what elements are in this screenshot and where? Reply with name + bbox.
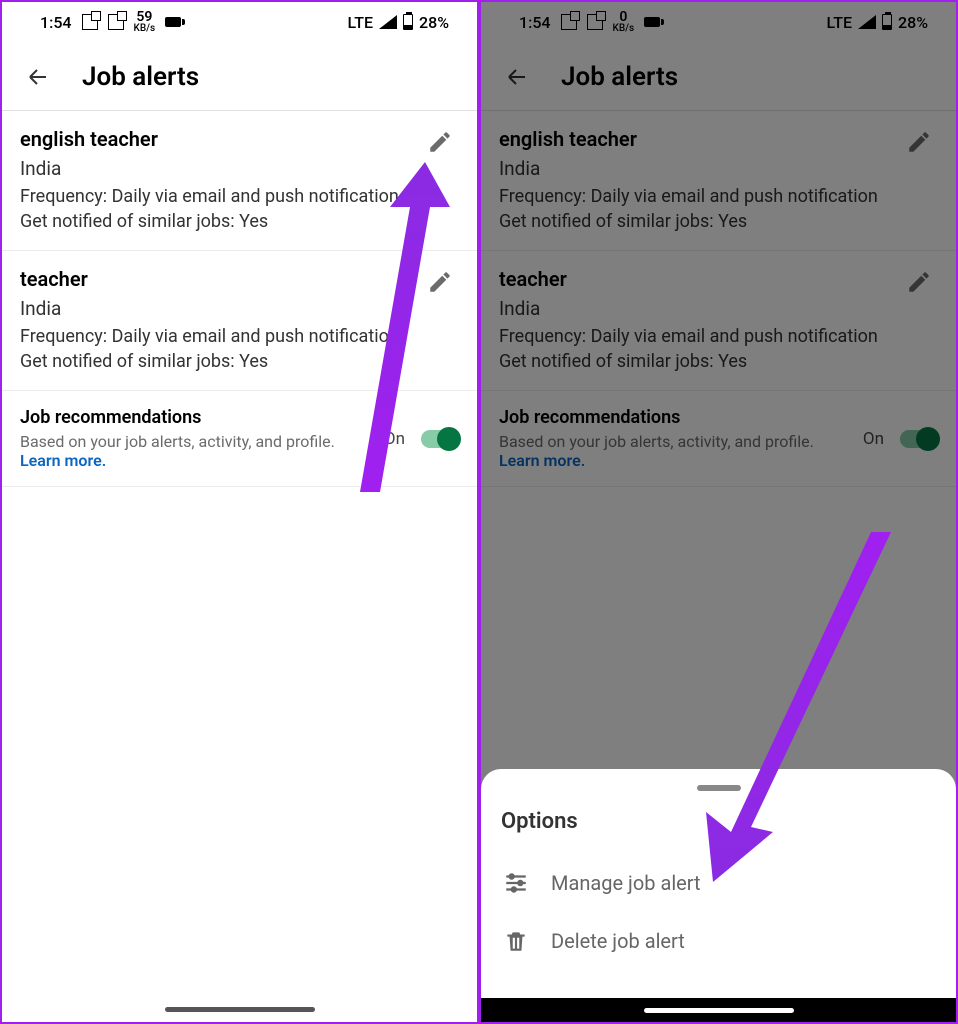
alert-similar: Get notified of similar jobs: Yes xyxy=(499,211,938,232)
alert-location: India xyxy=(20,157,459,180)
page-title: Job alerts xyxy=(561,62,678,92)
recommendations-toggle[interactable] xyxy=(421,430,459,448)
id-icon xyxy=(165,17,181,27)
alert-title: english teacher xyxy=(499,127,938,151)
id-icon xyxy=(644,17,660,27)
learn-more-link[interactable]: Learn more. xyxy=(499,451,585,470)
status-bar: 1:54 59KB/s LTE 28% xyxy=(2,2,477,42)
app-header: Job alerts xyxy=(481,42,956,111)
recommendations-section: Job recommendations Based on your job al… xyxy=(2,391,477,487)
alert-frequency: Frequency: Daily via email and push noti… xyxy=(20,186,459,207)
phone-right: 1:54 0KB/s LTE 28% Job alerts english te… xyxy=(479,0,958,1024)
back-icon[interactable] xyxy=(22,65,54,89)
alert-item-1[interactable]: teacher India Frequency: Daily via email… xyxy=(481,251,956,391)
status-bar: 1:54 0KB/s LTE 28% xyxy=(481,2,956,42)
status-time: 1:54 xyxy=(519,13,551,32)
battery-percent: 28% xyxy=(419,13,449,32)
status-time: 1:54 xyxy=(40,13,72,32)
signal-icon xyxy=(379,15,397,29)
recommendations-subtitle: Based on your job alerts, activity, and … xyxy=(20,432,368,451)
alert-location: India xyxy=(499,297,938,320)
signal-icon xyxy=(858,15,876,29)
edit-icon[interactable] xyxy=(427,129,453,155)
battery-percent: 28% xyxy=(898,13,928,32)
pip-icon-2 xyxy=(108,14,124,30)
alert-similar: Get notified of similar jobs: Yes xyxy=(499,351,938,372)
alert-title: english teacher xyxy=(20,127,459,151)
alert-frequency: Frequency: Daily via email and push noti… xyxy=(499,186,938,207)
alert-similar: Get notified of similar jobs: Yes xyxy=(20,351,459,372)
option-label: Manage job alert xyxy=(551,871,701,895)
sheet-title: Options xyxy=(501,809,936,834)
edit-icon[interactable] xyxy=(906,269,932,295)
recommendations-state: On xyxy=(384,429,405,449)
alert-title: teacher xyxy=(20,267,459,291)
alert-location: India xyxy=(499,157,938,180)
battery-icon xyxy=(403,14,413,30)
trash-icon xyxy=(503,928,529,954)
recommendations-title: Job recommendations xyxy=(499,407,847,428)
options-bottom-sheet: Options Manage job alert Delete job aler… xyxy=(481,769,956,998)
battery-icon xyxy=(882,14,892,30)
alert-item-0[interactable]: english teacher India Frequency: Daily v… xyxy=(481,111,956,251)
alert-frequency: Frequency: Daily via email and push noti… xyxy=(499,326,938,347)
back-icon[interactable] xyxy=(501,65,533,89)
recommendations-toggle[interactable] xyxy=(900,430,938,448)
edit-icon[interactable] xyxy=(427,269,453,295)
app-header: Job alerts xyxy=(2,42,477,111)
network-type: LTE xyxy=(827,13,852,32)
sheet-handle[interactable] xyxy=(697,785,741,791)
phone-left: 1:54 59KB/s LTE 28% Job alerts english t… xyxy=(0,0,479,1024)
alert-location: India xyxy=(20,297,459,320)
network-speed: 59KB/s xyxy=(134,10,156,34)
pip-icon xyxy=(82,14,98,30)
edit-icon[interactable] xyxy=(906,129,932,155)
nav-bar-pill xyxy=(644,1008,794,1013)
alert-item-1[interactable]: teacher India Frequency: Daily via email… xyxy=(2,251,477,391)
delete-job-alert-option[interactable]: Delete job alert xyxy=(501,912,936,970)
alert-title: teacher xyxy=(499,267,938,291)
recommendations-state: On xyxy=(863,429,884,449)
network-type: LTE xyxy=(348,13,373,32)
recommendations-title: Job recommendations xyxy=(20,407,368,428)
pip-icon xyxy=(561,14,577,30)
alert-item-0[interactable]: english teacher India Frequency: Daily v… xyxy=(2,111,477,251)
manage-job-alert-option[interactable]: Manage job alert xyxy=(501,854,936,912)
nav-bar-pill xyxy=(165,1007,315,1012)
network-speed: 0KB/s xyxy=(613,10,635,34)
alert-similar: Get notified of similar jobs: Yes xyxy=(20,211,459,232)
alert-frequency: Frequency: Daily via email and push noti… xyxy=(20,326,459,347)
pip-icon-2 xyxy=(587,14,603,30)
recommendations-section: Job recommendations Based on your job al… xyxy=(481,391,956,487)
option-label: Delete job alert xyxy=(551,929,685,953)
sliders-icon xyxy=(503,870,529,896)
learn-more-link[interactable]: Learn more. xyxy=(20,451,106,470)
page-title: Job alerts xyxy=(82,62,199,92)
recommendations-subtitle: Based on your job alerts, activity, and … xyxy=(499,432,847,451)
